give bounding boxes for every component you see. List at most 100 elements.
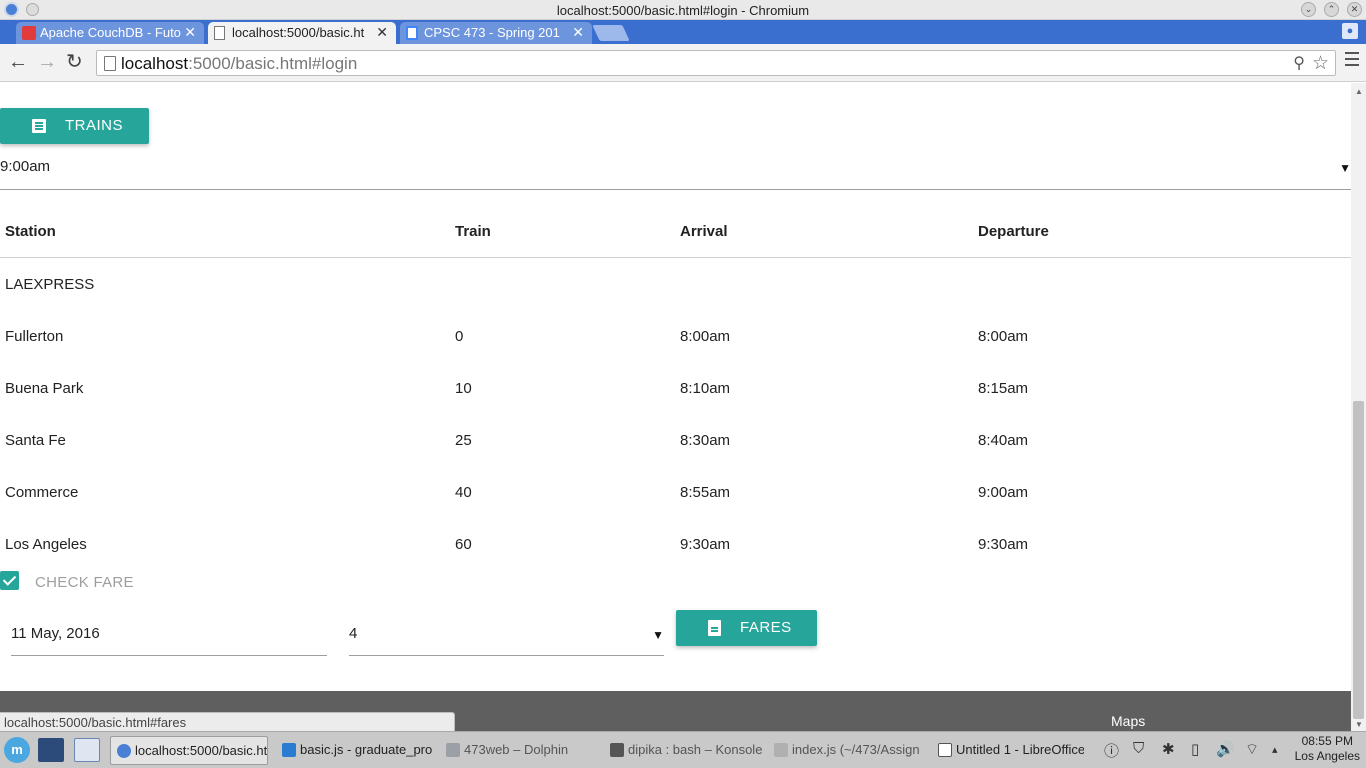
train-cell: 60 <box>455 536 472 553</box>
volume-icon[interactable]: 🔊 <box>1216 740 1235 758</box>
trains-button[interactable]: TRAINS <box>0 108 149 144</box>
footer-link-maps[interactable]: Maps <box>1111 713 1145 729</box>
departure-cell: 8:40am <box>978 432 1029 449</box>
close-window-button[interactable]: ✕ <box>1347 2 1362 17</box>
time-select[interactable]: 9:00am ▼ <box>0 155 1351 190</box>
station-cell: Santa Fe <box>5 432 66 449</box>
chromium-icon <box>117 744 131 758</box>
start-menu-button[interactable]: m <box>4 737 30 763</box>
taskbar-item-chromium[interactable]: localhost:5000/basic.ht <box>110 736 268 765</box>
shield-icon[interactable]: ⛉ <box>1133 740 1144 757</box>
check-fare-checkbox[interactable] <box>0 571 19 590</box>
minimize-button[interactable]: ⌄ <box>1301 2 1316 17</box>
dolphin-icon <box>446 743 460 757</box>
arrival-cell: 8:30am <box>680 432 731 449</box>
taskbar-item-dolphin[interactable]: 473web – Dolphin <box>440 736 598 765</box>
page-icon <box>214 26 225 40</box>
taskbar: m localhost:5000/basic.ht basic.js - gra… <box>0 731 1366 768</box>
user-profile-icon[interactable]: ● <box>1342 23 1358 39</box>
departure-cell: 8:15am <box>978 380 1029 397</box>
time-select-value: 9:00am <box>0 158 51 175</box>
quantity-select-value: 4 <box>349 625 358 642</box>
scrollbar-thumb[interactable] <box>1353 401 1364 719</box>
scroll-down-icon[interactable]: ▼ <box>1355 720 1363 729</box>
quantity-select[interactable]: 4 ▼ <box>349 611 664 656</box>
tray-expand-icon[interactable]: ▴ <box>1272 743 1278 756</box>
maximize-button[interactable]: ⌃ <box>1324 2 1339 17</box>
new-tab-button[interactable] <box>592 25 630 41</box>
date-field[interactable]: 11 May, 2016 <box>11 611 327 656</box>
clock-location: Los Angeles <box>1294 749 1360 763</box>
reload-button[interactable]: ↻ <box>66 52 83 72</box>
column-header-departure: Departure <box>978 223 1049 240</box>
date-field-value: 11 May, 2016 <box>11 625 100 642</box>
train-cell: 40 <box>455 484 472 501</box>
departure-cell: 9:30am <box>978 536 1029 553</box>
train-cell: 25 <box>455 432 472 449</box>
bluetooth-icon[interactable]: ✱ <box>1162 740 1175 758</box>
taskbar-item-label: basic.js - graduate_pro <box>300 742 432 757</box>
column-header-arrival: Arrival <box>680 223 728 240</box>
show-desktop-icon[interactable] <box>38 738 64 762</box>
tab-label: CPSC 473 - Spring 201 <box>424 25 560 40</box>
tab-cpsc-473[interactable]: CPSC 473 - Spring 201 ✕ <box>400 22 592 44</box>
column-header-station: Station <box>5 223 56 240</box>
bookmark-star-icon[interactable]: ☆ <box>1312 52 1329 75</box>
dropdown-caret-icon: ▼ <box>1339 161 1351 175</box>
dropdown-caret-icon: ▼ <box>652 628 664 642</box>
fares-button-label: FARES <box>740 619 792 636</box>
status-url-bubble: localhost:5000/basic.html#fares <box>0 712 455 731</box>
taskbar-item-label: dipika : bash – Konsole <box>628 742 762 757</box>
train-cell: 0 <box>455 328 464 345</box>
chrome-menu-icon[interactable] <box>1345 52 1359 70</box>
back-button[interactable]: ← <box>8 52 28 72</box>
fares-button[interactable]: FARES <box>676 610 817 646</box>
taskbar-item-label: localhost:5000/basic.ht <box>135 743 268 758</box>
taskbar-item-label: Untitled 1 - LibreOffice <box>956 742 1084 757</box>
file-manager-launcher-icon[interactable] <box>74 738 100 762</box>
check-fare-label[interactable]: CHECK FARE <box>35 574 134 591</box>
window-title: localhost:5000/basic.html#login - Chromi… <box>556 3 810 18</box>
tab-close-icon[interactable]: ✕ <box>184 24 196 41</box>
page-content: TRAINS 9:00am ▼ Station Train Arrival De… <box>0 83 1351 731</box>
tab-close-icon[interactable]: ✕ <box>376 24 388 41</box>
arrival-cell: 8:00am <box>680 328 731 345</box>
departure-cell: 8:00am <box>978 328 1029 345</box>
station-cell: Los Angeles <box>5 536 87 553</box>
taskbar-item-editor[interactable]: index.js (~/473/Assign <box>768 736 926 765</box>
taskbar-item-libreoffice[interactable]: Untitled 1 - LibreOffice <box>932 736 1084 765</box>
scroll-up-icon[interactable]: ▲ <box>1355 87 1363 96</box>
tab-close-icon[interactable]: ✕ <box>572 24 584 41</box>
taskbar-item-label: index.js (~/473/Assign <box>792 742 920 757</box>
key-icon[interactable]: ⚲ <box>1293 53 1305 73</box>
taskbar-item-vscode[interactable]: basic.js - graduate_pro <box>276 736 432 765</box>
info-icon[interactable]: ⓘ <box>1104 740 1119 761</box>
browser-toolbar: ← → ↻ localhost:5000/basic.html#login ⚲ … <box>0 44 1366 82</box>
docs-icon <box>406 26 418 40</box>
column-header-train: Train <box>455 223 491 240</box>
url-text[interactable]: localhost:5000/basic.html#login <box>121 54 357 74</box>
taskbar-item-konsole[interactable]: dipika : bash – Konsole <box>604 736 762 765</box>
departure-cell: 9:00am <box>978 484 1029 501</box>
page-info-icon[interactable] <box>104 56 116 71</box>
taskbar-item-label: 473web – Dolphin <box>464 742 569 757</box>
tab-basic-html[interactable]: localhost:5000/basic.ht ✕ <box>208 22 396 44</box>
schedule-table-header: Station Train Arrival Departure <box>0 191 1351 258</box>
trains-button-label: TRAINS <box>65 117 124 134</box>
arrival-cell: 8:10am <box>680 380 731 397</box>
forward-button[interactable]: → <box>37 52 57 72</box>
address-bar[interactable]: localhost:5000/basic.html#login ⚲ ☆ <box>96 50 1336 76</box>
tab-strip: Apache CouchDB - Futo ✕ localhost:5000/b… <box>0 20 1366 44</box>
table-group-label: LAEXPRESS <box>5 276 95 293</box>
tab-label: localhost:5000/basic.ht <box>232 25 365 40</box>
tab-couchdb[interactable]: Apache CouchDB - Futo ✕ <box>16 22 204 44</box>
vertical-scrollbar[interactable]: ▲ ▼ <box>1351 83 1366 731</box>
battery-icon[interactable]: ▯ <box>1191 740 1199 758</box>
station-cell: Commerce <box>5 484 79 501</box>
wifi-icon[interactable]: ⌔ <box>1245 740 1259 759</box>
terminal-icon <box>610 743 624 757</box>
clock[interactable]: 08:55 PM Los Angeles <box>1295 734 1360 764</box>
libreoffice-writer-icon <box>938 743 952 757</box>
vscode-icon <box>282 743 296 757</box>
clock-time: 08:55 PM <box>1301 734 1353 748</box>
